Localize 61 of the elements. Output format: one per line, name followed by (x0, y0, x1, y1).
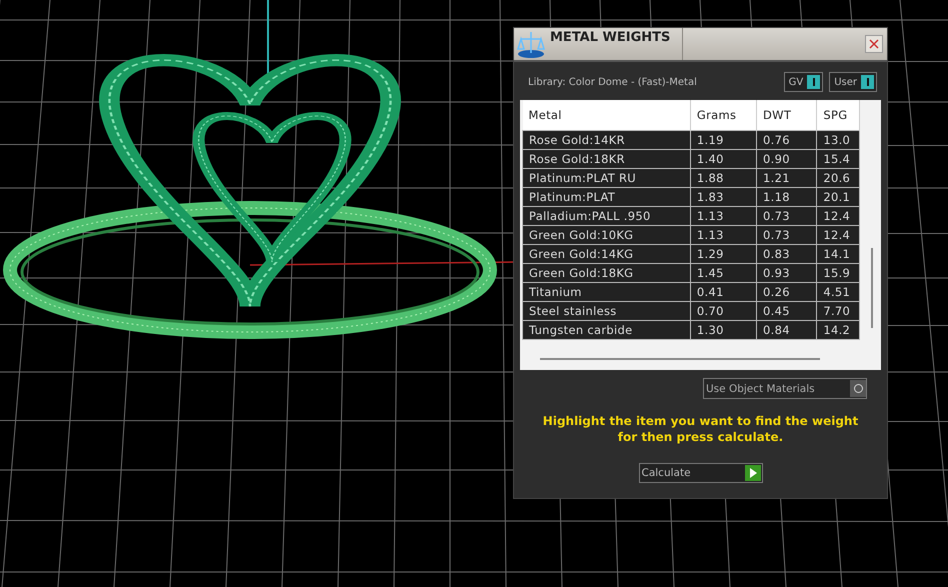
toggle-switch[interactable]: GV (784, 72, 824, 92)
table-cell: 7.70 (816, 302, 860, 320)
table-cell: 1.30 (690, 320, 757, 340)
table-cell: 0.73 (756, 206, 817, 226)
table-cell: Green Gold:18KG (522, 264, 690, 282)
window-title: METAL WEIGHTS (550, 29, 670, 47)
scale-icon (516, 29, 546, 59)
table-cell: 20.1 (816, 188, 860, 206)
table-cell: 1.45 (690, 264, 757, 282)
table-cell: 12.4 (816, 226, 860, 244)
table-cell: Steel stainless (522, 302, 690, 320)
table-cell: 14.2 (816, 320, 860, 340)
table-cell: 0.90 (756, 150, 817, 168)
table-cell: 0.83 (756, 244, 817, 264)
table-cell: Palladium:PALL .950 (522, 206, 690, 226)
table-cell: 15.4 (816, 150, 860, 168)
table-cell: 1.40 (690, 150, 757, 168)
column-header[interactable]: Grams (690, 100, 757, 130)
table-cell: 0.26 (756, 282, 817, 302)
table-cell: 1.83 (690, 188, 757, 206)
toggle-switch[interactable]: User (829, 72, 877, 92)
table-cell: 1.88 (690, 168, 757, 188)
table-cell: 1.13 (690, 226, 757, 244)
library-label: Library: Color Dome - (Fast)-Metal (528, 76, 697, 88)
column-header[interactable]: DWT (756, 100, 817, 130)
table-cell: 0.73 (756, 226, 817, 244)
table-cell: Green Gold:10KG (522, 226, 690, 244)
vertical-scrollbar[interactable] (871, 248, 873, 328)
column-header[interactable]: Metal (522, 100, 690, 130)
table-cell: 1.19 (690, 130, 757, 150)
close-icon (869, 39, 879, 49)
table-cell: 0.70 (690, 302, 757, 320)
table-cell: 20.6 (816, 168, 860, 188)
table-cell: Rose Gold:14KR (522, 130, 690, 150)
table-cell: 0.76 (756, 130, 817, 150)
table-cell: 1.21 (756, 168, 817, 188)
play-icon (748, 468, 756, 478)
use-object-materials-toggle[interactable]: Use Object Materials (703, 378, 867, 399)
table-cell: 15.9 (816, 264, 860, 282)
table-cell: Platinum:PLAT RU (522, 168, 690, 188)
table-cell: 14.1 (816, 244, 860, 264)
table-cell: Titanium (522, 282, 690, 302)
table-cell: Platinum:PLAT (522, 188, 690, 206)
instruction-text: Highlight the item you want to find the weight for then press calculate. (542, 413, 860, 445)
table-cell: 12.4 (816, 206, 860, 226)
table-cell: Rose Gold:18KR (522, 150, 690, 168)
table-cell: 0.84 (756, 320, 817, 340)
table-cell: 0.45 (756, 302, 817, 320)
table-cell: 1.18 (756, 188, 817, 206)
table-cell: 13.0 (816, 130, 860, 150)
horizontal-scrollbar[interactable] (540, 358, 820, 360)
table-cell: Tungsten carbide (522, 320, 690, 340)
table-cell: 1.13 (690, 206, 757, 226)
column-header[interactable]: SPG (816, 100, 860, 130)
table-cell: 0.93 (756, 264, 817, 282)
table-cell: 0.41 (690, 282, 757, 302)
table-cell: Green Gold:14KG (522, 244, 690, 264)
table-cell: 4.51 (816, 282, 860, 302)
close-button[interactable] (865, 35, 883, 53)
table-cell: 1.29 (690, 244, 757, 264)
calculate-button[interactable]: Calculate (638, 463, 762, 483)
